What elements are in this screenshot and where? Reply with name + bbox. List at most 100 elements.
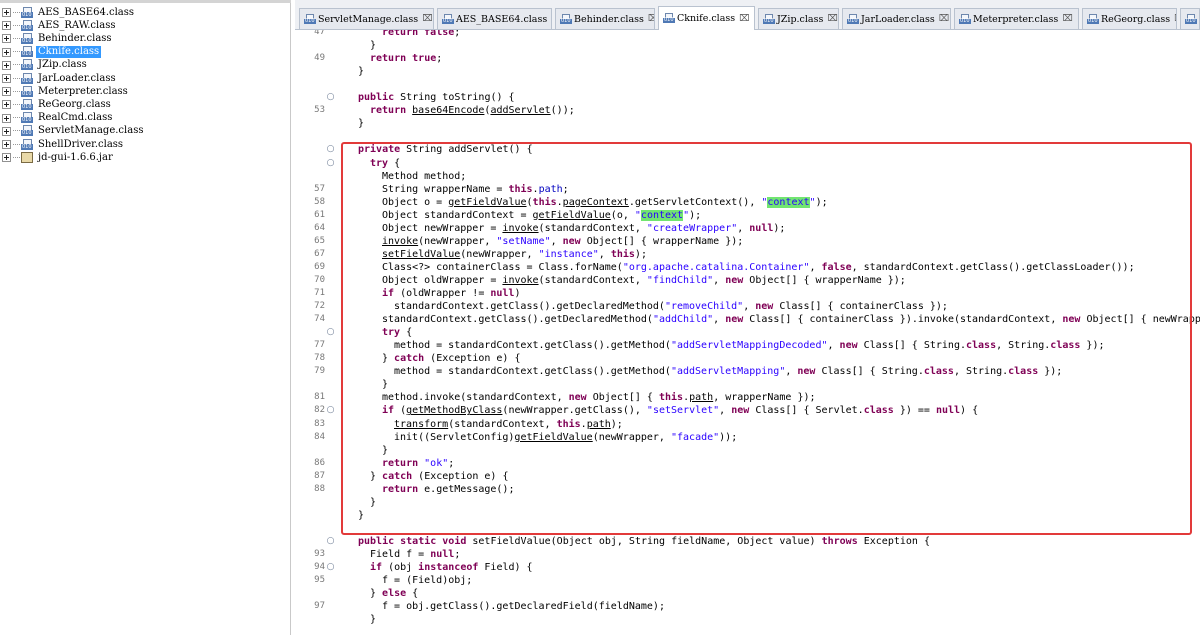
expand-toggle-icon[interactable] (2, 140, 11, 149)
editor-tab[interactable]: 010Behinder.class ⌧ (555, 8, 655, 29)
code-token: Object standardContext = (382, 209, 533, 221)
tree-item[interactable]: 010 Cknife.class (2, 46, 102, 59)
tree-item[interactable]: 010 AES_BASE64.class (2, 6, 136, 19)
code-token: try (370, 157, 395, 169)
fold-toggle-icon[interactable]: ○ (326, 93, 335, 102)
expand-toggle-icon[interactable] (2, 153, 11, 163)
close-tab-icon[interactable]: ⌧ (1062, 14, 1072, 24)
code-token: setFieldValue(Object obj, String fieldNa… (472, 535, 822, 547)
fold-toggle-icon[interactable]: ○ (326, 328, 335, 337)
code-token: } (382, 444, 389, 456)
fold-toggle-icon[interactable]: ○ (326, 406, 335, 415)
editor-tab[interactable]: 010 Cknife.class ⌧ (658, 6, 755, 30)
binary-badge: 010 (21, 51, 33, 58)
code-token: "addServletMapping" (670, 366, 786, 378)
class-file-icon: 010 (21, 72, 33, 85)
class-file-icon: 010 (847, 13, 859, 25)
tree-item[interactable]: 010 AES_RAW.class (2, 19, 117, 32)
code-token: ) { (960, 405, 979, 417)
code-token: addServlet (490, 105, 551, 117)
expand-toggle-icon[interactable] (2, 74, 11, 83)
editor-tab[interactable]: 010AES_BASE64.class⌧ (437, 8, 552, 29)
editor-tab[interactable]: 010 ServletManage.class ⌧ (299, 8, 434, 29)
fold-toggle-icon[interactable]: ○ (326, 563, 335, 572)
expand-toggle-icon[interactable] (2, 100, 11, 110)
code-token: ()); (550, 105, 575, 117)
editor-tab[interactable]: 010 Meterpreter.class ⌧ (954, 8, 1079, 29)
code-token: Exception { (863, 535, 930, 547)
tree-item-label: Meterpreter.class (38, 85, 128, 97)
class-file-icon: 010 (560, 13, 572, 25)
code-token: .getServletContext(), (628, 196, 762, 208)
close-tab-icon[interactable]: ⌧ (939, 14, 949, 24)
line-number: 82 (314, 405, 325, 416)
code-line: method = standardContext.getClass().getM… (394, 365, 1062, 378)
class-file-icon: 010 (21, 32, 33, 45)
code-token: (oldWrapper != (400, 288, 491, 299)
tree-item[interactable]: 010 ShellDriver.class (2, 138, 125, 151)
code-line: } catch (Exception e) { (382, 352, 520, 365)
fold-toggle-icon[interactable]: ○ (326, 158, 335, 168)
editor-tab-overflow[interactable]: 010 (1180, 8, 1200, 29)
editor-tab[interactable]: 010ReGeorg.class⌧ (1082, 8, 1177, 29)
code-token: false (424, 30, 455, 38)
fold-toggle-icon[interactable]: ○ (326, 145, 335, 154)
code-token: Class[] { containerClass }).invoke(stand… (749, 314, 1063, 326)
tree-item-label: AES_BASE64.class (38, 6, 135, 18)
tree-item[interactable]: 010 JarLoader.class (2, 72, 118, 85)
code-token: , (743, 301, 756, 313)
code-token: (newWrapper.getClass(), (502, 405, 647, 417)
tree-item[interactable]: 010 RealCmd.class (2, 112, 114, 125)
expand-toggle-icon[interactable] (2, 87, 11, 97)
close-tab-icon[interactable]: ⌧ (551, 14, 552, 24)
class-file-icon: 010 (21, 46, 33, 58)
tree-item[interactable]: 010 JZip.class (2, 59, 89, 72)
code-line: if (oldWrapper != null) (382, 287, 521, 300)
close-tab-icon[interactable]: ⌧ (1174, 14, 1176, 24)
editor-tab[interactable]: 010 JZip.class ⌧ (758, 8, 839, 29)
fold-toggle-icon[interactable]: ○ (326, 536, 335, 546)
expand-toggle-icon[interactable] (2, 21, 11, 31)
expand-toggle-icon[interactable] (2, 113, 11, 123)
editor-tab[interactable]: 010 JarLoader.class ⌧ (842, 8, 951, 29)
code-token: (standardContext, (538, 222, 647, 234)
tree-item-label: JarLoader.class (38, 72, 116, 84)
tree-connector (13, 64, 20, 66)
expand-toggle-icon[interactable] (2, 34, 11, 44)
close-tab-icon[interactable]: ⌧ (648, 14, 654, 24)
code-area[interactable]: 47 return false;} 49 return true;} ○ public S… (295, 30, 1200, 635)
code-token: this (508, 183, 533, 195)
code-token: null (749, 222, 774, 234)
tree-item[interactable]: 010 ServletManage.class (2, 125, 145, 138)
code-token: "setServlet" (646, 405, 720, 417)
tree-item[interactable]: 010 ReGeorg.class (2, 98, 113, 111)
tree-connector (13, 51, 20, 53)
code-token: "removeChild" (664, 301, 744, 313)
code-token: try (382, 327, 407, 339)
expand-toggle-icon[interactable] (2, 126, 11, 136)
tree-item[interactable]: 010 Meterpreter.class (2, 85, 130, 98)
code-token: , (713, 314, 726, 326)
tree-item[interactable]: jd-gui-1.6.6.jar (2, 151, 115, 164)
binary-badge: 010 (763, 17, 775, 24)
code-token: String toString() { (400, 92, 515, 104)
expand-toggle-icon[interactable] (2, 60, 11, 70)
expand-toggle-icon[interactable] (2, 47, 11, 57)
tab-label: JarLoader.class (861, 13, 935, 25)
code-token: standardContext.getClass().getDeclaredMe… (394, 301, 665, 313)
line-number: 87 (314, 470, 325, 481)
code-token: Object o = (382, 196, 449, 208)
close-tab-icon[interactable]: ⌧ (422, 14, 432, 24)
tree-item[interactable]: 010 Behinder.class (2, 32, 114, 45)
close-tab-icon[interactable]: ⌧ (739, 14, 749, 24)
class-file-icon: 010 (304, 13, 316, 25)
code-token: path (586, 418, 611, 430)
expand-toggle-icon[interactable] (2, 8, 11, 17)
tab-label: JZip.class (777, 13, 824, 25)
close-tab-icon[interactable]: ⌧ (827, 14, 837, 24)
class-file-icon: 010 (21, 98, 33, 111)
code-token: (obj (388, 562, 419, 574)
tree-item-label: Cknife.class (36, 46, 102, 59)
line-number: 65 (314, 235, 325, 246)
class-file-icon: 010 (21, 85, 33, 98)
